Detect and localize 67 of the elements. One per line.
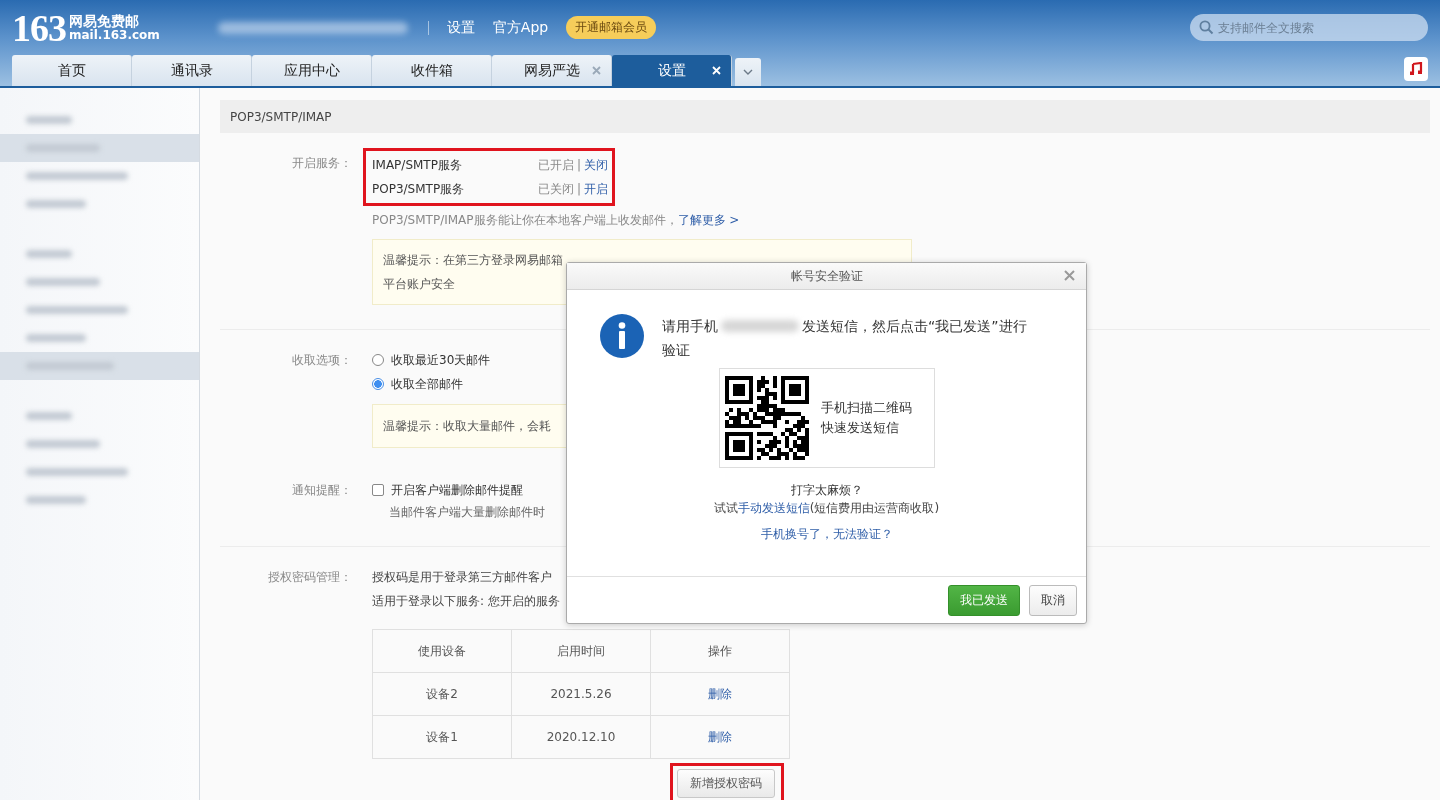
field-label: 通知提醒：: [291, 482, 353, 499]
message-text: 发送短信，然后点击“我已发送”进行: [802, 317, 1027, 336]
table-cell: 设备1: [372, 715, 512, 759]
tab[interactable]: 首页: [12, 55, 132, 86]
field-label: 开启服务：: [291, 155, 353, 172]
tab[interactable]: 收件箱: [372, 55, 492, 86]
radio-option[interactable]: 收取最近30天邮件: [372, 348, 491, 372]
cancel-button[interactable]: 取消: [1029, 584, 1077, 616]
phone-changed-link[interactable]: 手机换号了，无法验证？: [760, 526, 893, 543]
message-text: 验证: [662, 341, 690, 360]
checkbox[interactable]: [372, 484, 384, 496]
service-status: 已关闭: [538, 180, 574, 198]
toggle-link[interactable]: 关闭: [584, 156, 609, 174]
delete-link[interactable]: 删除: [708, 686, 732, 701]
tip-text: 温馨提示：收取大量邮件，会耗: [383, 417, 551, 435]
dialog-title: 帐号安全验证: [790, 267, 863, 285]
radio-button[interactable]: [372, 378, 384, 390]
description-text: 授权码是用于登录第三方邮件客户: [372, 569, 552, 586]
search-field[interactable]: 支持邮件全文搜索: [1190, 14, 1428, 41]
tip-text: 温馨提示：在第三方登录网易邮箱: [383, 251, 563, 269]
field-label: 授权密码管理：: [267, 569, 353, 586]
manual-sms-link[interactable]: 手动发送短信: [737, 501, 810, 515]
tab[interactable]: 设置: [612, 55, 732, 86]
vip-badge[interactable]: 开通邮箱会员: [566, 16, 657, 39]
delete-link[interactable]: 删除: [708, 729, 732, 744]
search-icon: [1199, 20, 1214, 35]
radio-button[interactable]: [372, 354, 384, 366]
hint-text: (短信费用由运营商收取): [809, 501, 940, 515]
nav-link[interactable]: 官方App: [492, 18, 549, 37]
dropdown-button[interactable]: [735, 58, 761, 86]
service-name: IMAP/SMTP服务: [372, 156, 463, 174]
radio-option[interactable]: 收取全部邮件: [372, 372, 463, 396]
column-header: 使用设备: [372, 629, 512, 673]
checkbox-option[interactable]: 开启客户端删除邮件提醒: [372, 478, 523, 502]
section-title: POP3/SMTP/IMAP: [230, 109, 332, 124]
sidebar-item[interactable]: [0, 134, 199, 162]
toggle-link[interactable]: 开启: [584, 180, 609, 198]
tab[interactable]: 网易严选: [492, 55, 612, 86]
description-text: 适用于登录以下服务: 您开启的服务: [372, 593, 560, 610]
hint-text: 试试: [713, 501, 738, 515]
qr-caption: 手机扫描二维码: [820, 399, 912, 417]
description-text: POP3/SMTP/IMAP服务能让你在本地客户端上收发邮件，: [372, 213, 678, 227]
service-name: POP3/SMTP服务: [372, 180, 466, 198]
table-cell: 2021.5.26: [511, 672, 651, 716]
hint-text: 打字太麻烦？: [790, 482, 863, 499]
service-status: 已开启: [538, 156, 574, 174]
field-label: 收取选项：: [291, 352, 353, 369]
table-cell: 2020.12.10: [511, 715, 651, 759]
info-icon: [600, 314, 644, 358]
music-note-icon: [1409, 61, 1423, 76]
sidebar-item[interactable]: [0, 352, 199, 380]
message-text: 请用手机: [662, 317, 718, 336]
music-button[interactable]: [1404, 56, 1428, 81]
column-header: 启用时间: [511, 629, 651, 673]
tip-text: 平台账户安全: [383, 275, 455, 293]
learn-more-link[interactable]: 了解更多 >: [677, 213, 740, 227]
add-password-button[interactable]: 新增授权密码: [677, 769, 775, 798]
separator-text: |: [577, 182, 582, 196]
nav-link[interactable]: 设置: [446, 18, 475, 37]
table-cell: 设备2: [372, 672, 512, 716]
chevron-down-icon: [743, 69, 753, 75]
qr-caption: 快速发送短信: [820, 419, 900, 437]
separator-text: |: [577, 158, 582, 172]
tab[interactable]: 通讯录: [132, 55, 252, 86]
column-header: 操作: [650, 629, 790, 673]
tab[interactable]: 应用中心: [252, 55, 372, 86]
description-text: 当邮件客户端大量删除邮件时: [389, 504, 545, 521]
